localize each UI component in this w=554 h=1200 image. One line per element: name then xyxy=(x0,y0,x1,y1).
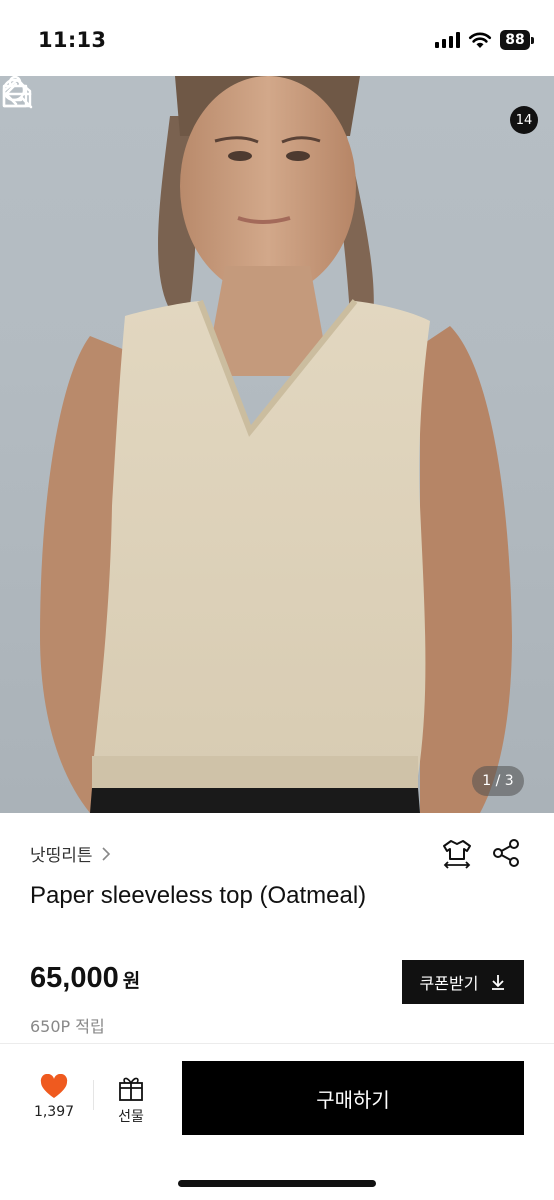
shopping-bag-icon[interactable] xyxy=(0,76,30,110)
product-photo xyxy=(40,76,512,813)
heart-icon xyxy=(40,1074,68,1098)
cart-count-badge: 14 xyxy=(510,106,538,134)
brand-name: 낫띵리튼 xyxy=(30,846,93,866)
battery-icon: 88 xyxy=(500,30,534,50)
divider xyxy=(93,1080,94,1110)
wifi-icon xyxy=(468,32,492,48)
battery-level: 88 xyxy=(500,30,530,50)
price-amount: 65,000 xyxy=(30,962,119,994)
share-icon[interactable] xyxy=(492,838,520,868)
product-title: Paper sleeveless top (Oatmeal) xyxy=(30,882,367,909)
gift-label: 선물 xyxy=(118,1109,144,1125)
like-count: 1,397 xyxy=(33,1104,75,1120)
price: 65,000 원 xyxy=(30,962,140,995)
coupon-download-button[interactable]: 쿠폰받기 xyxy=(402,960,524,1004)
status-time: 11:13 xyxy=(38,28,107,52)
home-indicator xyxy=(178,1180,376,1187)
product-actions xyxy=(442,838,520,870)
signal-icon xyxy=(435,32,460,48)
download-icon xyxy=(492,975,505,990)
reward-points: 650P 적립 xyxy=(30,1017,105,1036)
price-currency: 원 xyxy=(122,970,141,992)
brand-link[interactable]: 낫띵리튼 xyxy=(30,841,111,866)
chevron-right-icon xyxy=(101,846,110,861)
buy-button[interactable]: 구매하기 xyxy=(182,1061,524,1135)
coupon-label: 쿠폰받기 xyxy=(419,974,479,993)
like-button[interactable]: 1,397 xyxy=(28,1074,80,1120)
gift-button[interactable]: 선물 xyxy=(106,1074,156,1126)
status-bar: 11:13 88 xyxy=(0,0,554,76)
gallery-page-indicator: 1 / 3 xyxy=(472,766,524,796)
status-icons: 88 xyxy=(435,30,534,50)
gift-icon xyxy=(119,1077,143,1101)
size-guide-icon[interactable] xyxy=(442,838,472,870)
product-image[interactable]: 14 1 / 3 xyxy=(0,76,554,813)
divider xyxy=(0,1043,554,1044)
